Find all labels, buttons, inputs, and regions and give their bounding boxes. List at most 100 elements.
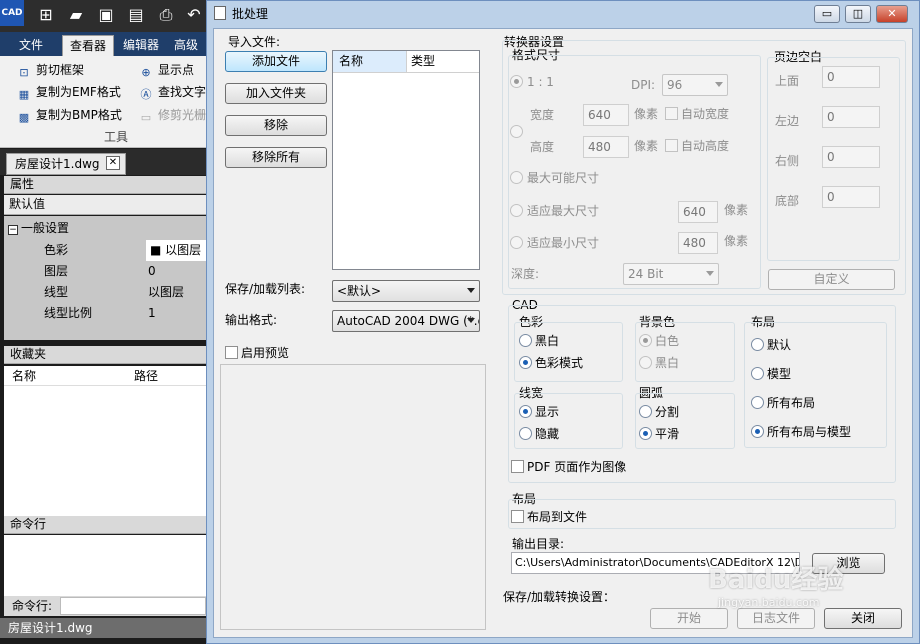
column-header-path[interactable]: 路径 [134, 369, 158, 383]
file-list[interactable]: 名称 类型 [332, 50, 480, 270]
depth-select[interactable]: 24 Bit [623, 263, 719, 285]
width-input[interactable]: 640 [583, 104, 629, 126]
tab-file[interactable]: 文件 [6, 35, 56, 56]
fit-max-input[interactable]: 640 [678, 201, 718, 223]
trim-raster-button[interactable]: ▭ 修剪光栅 [138, 105, 206, 125]
tab-viewer[interactable]: 查看器 [62, 35, 114, 56]
add-file-button[interactable]: 添加文件 [225, 51, 327, 72]
undo-icon[interactable]: ↶ [184, 5, 204, 25]
emf-icon: ▦ [18, 88, 30, 101]
lineweight-hide-radio[interactable] [519, 427, 532, 440]
save-list-label: 保存/加载列表: [225, 282, 306, 296]
margin-top-label: 上面 [775, 74, 800, 88]
new-file-icon[interactable]: ⊞ [36, 5, 56, 25]
close-icon[interactable]: ✕ [106, 156, 120, 170]
print-icon[interactable]: ⎙ [156, 5, 176, 25]
margin-bottom-input[interactable]: 0 [822, 186, 880, 208]
close-button[interactable]: 关闭 [824, 608, 902, 629]
command-input[interactable] [60, 597, 206, 615]
dpi-label: DPI: [631, 78, 656, 92]
lineweight-show-radio[interactable] [519, 405, 532, 418]
add-folder-button[interactable]: 加入文件夹 [225, 83, 327, 104]
enable-preview-checkbox[interactable] [225, 346, 238, 359]
ribbon-panel: ⊡ 剪切框架 ▦ 复制为EMF格式 ▩ 复制为BMP格式 ⊕ 显示点 Ⓐ 查找文字 ▭ 修剪… [0, 56, 206, 148]
show-points-button[interactable]: ⊕ 显示点 [138, 60, 194, 80]
copy-emf-button[interactable]: ▦ 复制为EMF格式 [16, 82, 121, 102]
height-unit: 像素 [634, 139, 659, 153]
collapse-icon[interactable]: − [8, 225, 18, 235]
fit-min-radio[interactable] [510, 236, 523, 249]
bg-white-label: 白色 [655, 334, 680, 348]
dialog-icon [214, 6, 226, 20]
max-size-radio[interactable] [510, 171, 523, 184]
show-points-icon: ⊕ [141, 66, 151, 79]
prop-value[interactable]: 以图层 [146, 282, 184, 303]
auto-height-label: 自动高度 [681, 139, 730, 153]
column-header-name[interactable]: 名称 [12, 369, 36, 383]
open-folder-icon[interactable]: ▰ [66, 5, 86, 25]
prop-value[interactable]: 1 [146, 303, 156, 324]
prop-value[interactable]: ■ 以图层 [146, 240, 206, 261]
bg-bw-radio[interactable] [639, 356, 652, 369]
arc-smooth-radio[interactable] [639, 427, 652, 440]
chevron-down-icon [706, 271, 714, 276]
layout-all-model-radio[interactable] [751, 425, 764, 438]
dpi-select[interactable]: 96 [662, 74, 728, 96]
margin-top-input[interactable]: 0 [822, 66, 880, 88]
auto-height-checkbox[interactable] [665, 139, 678, 152]
favorites-panel: 名称 路径 [4, 366, 206, 516]
prop-value[interactable]: 0 [146, 261, 156, 282]
lineweight-hide-label: 隐藏 [535, 427, 560, 441]
column-header-name[interactable]: 名称 [333, 51, 407, 73]
pdf-page-image-checkbox[interactable] [511, 460, 524, 473]
remove-all-button[interactable]: 移除所有 [225, 147, 327, 168]
properties-section[interactable]: − 一般设置 [8, 218, 206, 239]
favorites-header: 收藏夹 [4, 346, 206, 364]
properties-selector[interactable]: 默认值 [4, 195, 206, 215]
layout-all-radio[interactable] [751, 396, 764, 409]
fit-min-unit: 像素 [724, 234, 749, 248]
minimize-button[interactable]: ▭ [814, 5, 840, 23]
restore-button[interactable]: ◫ [845, 5, 871, 23]
ribbon-group-label: 工具 [104, 130, 129, 144]
column-header-type[interactable]: 类型 [407, 51, 479, 73]
layout-to-file-checkbox[interactable] [511, 510, 524, 523]
save-as-icon[interactable]: ▤ [126, 5, 146, 25]
height-input[interactable]: 480 [583, 136, 629, 158]
arc-split-label: 分割 [655, 405, 680, 419]
save-list-select[interactable]: <默认> [332, 280, 480, 302]
bg-white-radio[interactable] [639, 334, 652, 347]
auto-width-checkbox[interactable] [665, 107, 678, 120]
prop-name: 线型 [44, 285, 69, 299]
arc-smooth-label: 平滑 [655, 427, 680, 441]
layout-default-radio[interactable] [751, 338, 764, 351]
app-logo[interactable]: CAD [0, 0, 24, 26]
color-mode-radio[interactable] [519, 356, 532, 369]
layout-model-label: 模型 [767, 367, 792, 381]
fit-min-input[interactable]: 480 [678, 232, 718, 254]
arc-split-radio[interactable] [639, 405, 652, 418]
custom-size-radio[interactable] [510, 125, 523, 138]
tab-editor[interactable]: 编辑器 [118, 35, 164, 56]
tab-advanced[interactable]: 高级 [168, 35, 204, 56]
output-format-select[interactable]: AutoCAD 2004 DWG (*.dwg) [332, 310, 480, 332]
pdf-page-image-label: PDF 页面作为图像 [527, 460, 627, 474]
color-bw-radio[interactable] [519, 334, 532, 347]
margin-left-input[interactable]: 0 [822, 106, 880, 128]
margin-right-input[interactable]: 0 [822, 146, 880, 168]
close-window-button[interactable]: ✕ [876, 5, 908, 23]
find-text-button[interactable]: Ⓐ 查找文字 [138, 82, 207, 102]
crop-frame-button[interactable]: ⊡ 剪切框架 [16, 60, 84, 80]
custom-button[interactable]: 自定义 [768, 269, 895, 290]
ratio-radio[interactable] [510, 75, 523, 88]
fit-max-radio[interactable] [510, 204, 523, 217]
start-button[interactable]: 开始 [650, 608, 728, 629]
layout-model-radio[interactable] [751, 367, 764, 380]
copy-bmp-button[interactable]: ▩ 复制为BMP格式 [16, 105, 122, 125]
save-icon[interactable]: ▣ [96, 5, 116, 25]
log-file-button[interactable]: 日志文件 [737, 608, 815, 629]
command-header: 命令行 [4, 516, 206, 534]
chevron-down-icon [467, 288, 475, 293]
lineweight-group [514, 393, 623, 449]
remove-button[interactable]: 移除 [225, 115, 327, 136]
